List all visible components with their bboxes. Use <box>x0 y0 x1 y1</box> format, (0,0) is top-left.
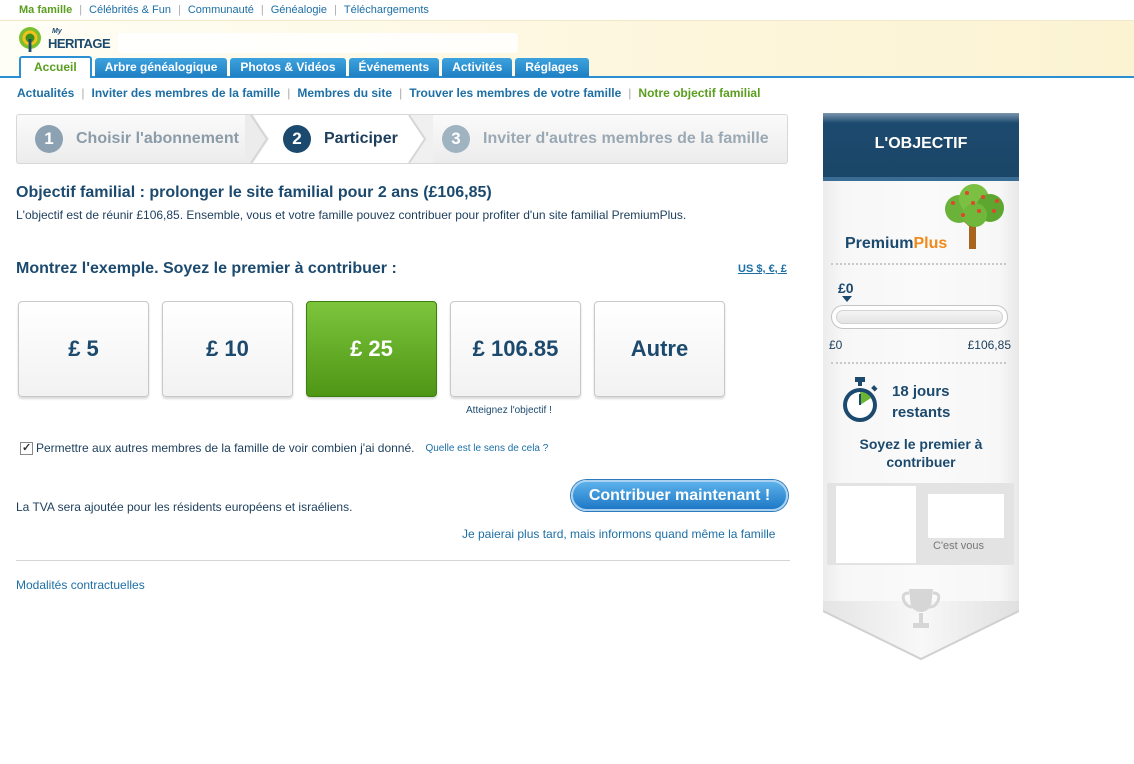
top-link-ma-famille[interactable]: Ma famille <box>19 4 72 16</box>
logo-tree-icon <box>19 27 41 52</box>
myheritage-logo[interactable]: My HERITAGE <box>16 27 116 55</box>
separator: | <box>177 4 181 16</box>
contribute-lead: Montrez l'exemple. Soyez le premier à co… <box>16 260 397 277</box>
dotted-divider <box>831 362 1006 364</box>
step-inviter: 3 Inviter d'autres membres de la famille <box>442 115 769 163</box>
panel-title: L'OBJECTIF <box>874 135 968 152</box>
tab-evenements[interactable]: Événements <box>348 58 440 77</box>
main-tabs: Accueil Arbre généalogique Photos & Vidé… <box>19 56 589 78</box>
subnav-trouver[interactable]: Trouver les membres de votre famille <box>409 86 621 100</box>
subnav-actualites[interactable]: Actualités <box>17 86 74 100</box>
tab-reglages[interactable]: Réglages <box>515 58 589 77</box>
panel-header: L'OBJECTIF <box>823 113 1019 181</box>
subnav-membres[interactable]: Membres du site <box>297 86 392 100</box>
goal-description: L'objectif est de réunir £106,85. Ensemb… <box>16 208 687 222</box>
premium-tree-icon <box>945 184 1004 249</box>
goal-title: Objectif familial : prolonger le site fa… <box>16 184 492 201</box>
subnav-objectif[interactable]: Notre objectif familial <box>638 86 760 100</box>
amount-option-25[interactable]: £ 25 <box>306 301 437 397</box>
progress-track <box>836 310 1003 324</box>
step-label: Choisir l'abonnement <box>76 130 239 147</box>
days-label: restants <box>892 404 951 421</box>
amount-options: £ 5 £ 10 £ 25 £ 106.85 Autre <box>18 301 725 397</box>
logo-my-text: My <box>52 28 62 35</box>
top-link-celebrites[interactable]: Célébrités & Fun <box>89 4 171 16</box>
separator: | <box>81 86 85 100</box>
step-label: Inviter d'autres membres de la famille <box>483 130 769 147</box>
days-count: 18 jours <box>892 383 950 400</box>
amount-option-5[interactable]: £ 5 <box>18 301 149 397</box>
step-number: 1 <box>35 125 63 153</box>
separator: | <box>399 86 403 100</box>
redacted-area <box>118 33 518 53</box>
amount-option-10[interactable]: £ 10 <box>162 301 293 397</box>
show-amount-checkbox[interactable] <box>20 441 33 455</box>
top-links: Ma famille | Célébrités & Fun | Communauté | G… <box>19 4 429 16</box>
separator: | <box>334 4 337 16</box>
separator: | <box>79 4 83 16</box>
logo-heritage-text: HERITAGE <box>48 36 111 51</box>
avatar <box>836 486 916 563</box>
current-amount: £0 <box>838 280 854 296</box>
step-choisir-abonnement[interactable]: 1 Choisir l'abonnement <box>35 115 239 163</box>
contributor-avatars: C'est vous <box>827 483 1014 565</box>
sub-navigation: Actualités | Inviter des membres de la fam… <box>17 86 760 100</box>
progress-min: £0 <box>829 338 843 352</box>
step-chevron-2 <box>405 115 433 163</box>
progress-marker <box>842 296 852 302</box>
terms-link[interactable]: Modalités contractuelles <box>16 578 145 592</box>
top-link-telechargements[interactable]: Téléchargements <box>344 4 429 16</box>
amount-option-full[interactable]: £ 106.85 <box>450 301 581 397</box>
tab-arbre-genealogique[interactable]: Arbre généalogique <box>94 58 228 77</box>
its-you-label: C'est vous <box>933 540 985 552</box>
tab-activites[interactable]: Activités <box>442 58 513 77</box>
separator: | <box>287 86 291 100</box>
top-link-communaute[interactable]: Communauté <box>188 4 254 16</box>
step-number: 2 <box>283 125 311 153</box>
show-amount-label: Permettre aux autres membres de la famil… <box>36 441 415 455</box>
tab-accueil[interactable]: Accueil <box>19 56 92 78</box>
reach-goal-note: Atteignez l'objectif ! <box>466 405 552 416</box>
step-label: Participer <box>324 130 398 147</box>
visibility-permission: Permettre aux autres membres de la famil… <box>20 441 548 455</box>
subnav-inviter[interactable]: Inviter des membres de la famille <box>91 86 280 100</box>
progress-steps: 1 Choisir l'abonnement 2 Participer 3 In… <box>16 114 788 164</box>
top-link-genealogie[interactable]: Généalogie <box>271 4 327 16</box>
divider <box>16 560 790 561</box>
vat-note: La TVA sera ajoutée pour les résidents e… <box>16 500 353 514</box>
tab-photos-videos[interactable]: Photos & Vidéos <box>230 58 346 77</box>
separator: | <box>260 4 264 16</box>
stopwatch-icon <box>843 377 878 422</box>
contribute-now-button[interactable]: Contribuer maintenant ! <box>571 480 788 511</box>
step-number: 3 <box>442 125 470 153</box>
be-first-text: Soyez le premier à contribuer <box>831 435 1011 471</box>
be-first-line-1: Soyez le premier à <box>859 436 983 452</box>
permission-help-link[interactable]: Quelle est le sens de cela ? <box>425 443 548 454</box>
currency-switch-link[interactable]: US $, €, £ <box>738 263 787 275</box>
avatar <box>928 494 1004 538</box>
be-first-line-2: contribuer <box>886 454 956 470</box>
trophy-icon <box>901 589 941 628</box>
brand-premium: Premium <box>845 235 914 252</box>
dotted-divider <box>831 263 1006 265</box>
progress-max: £106,85 <box>967 338 1011 352</box>
brand-plus: Plus <box>913 235 948 252</box>
step-chevron-1 <box>245 115 269 163</box>
days-remaining: 18 jours restants <box>892 381 992 423</box>
goal-progress-bar <box>831 305 1008 329</box>
step-participer: 2 Participer <box>283 115 398 163</box>
separator: | <box>628 86 632 100</box>
pay-later-link[interactable]: Je paierai plus tard, mais informons qua… <box>462 527 775 541</box>
premiumplus-brand: PremiumPlus <box>845 235 947 253</box>
amount-option-other[interactable]: Autre <box>594 301 725 397</box>
